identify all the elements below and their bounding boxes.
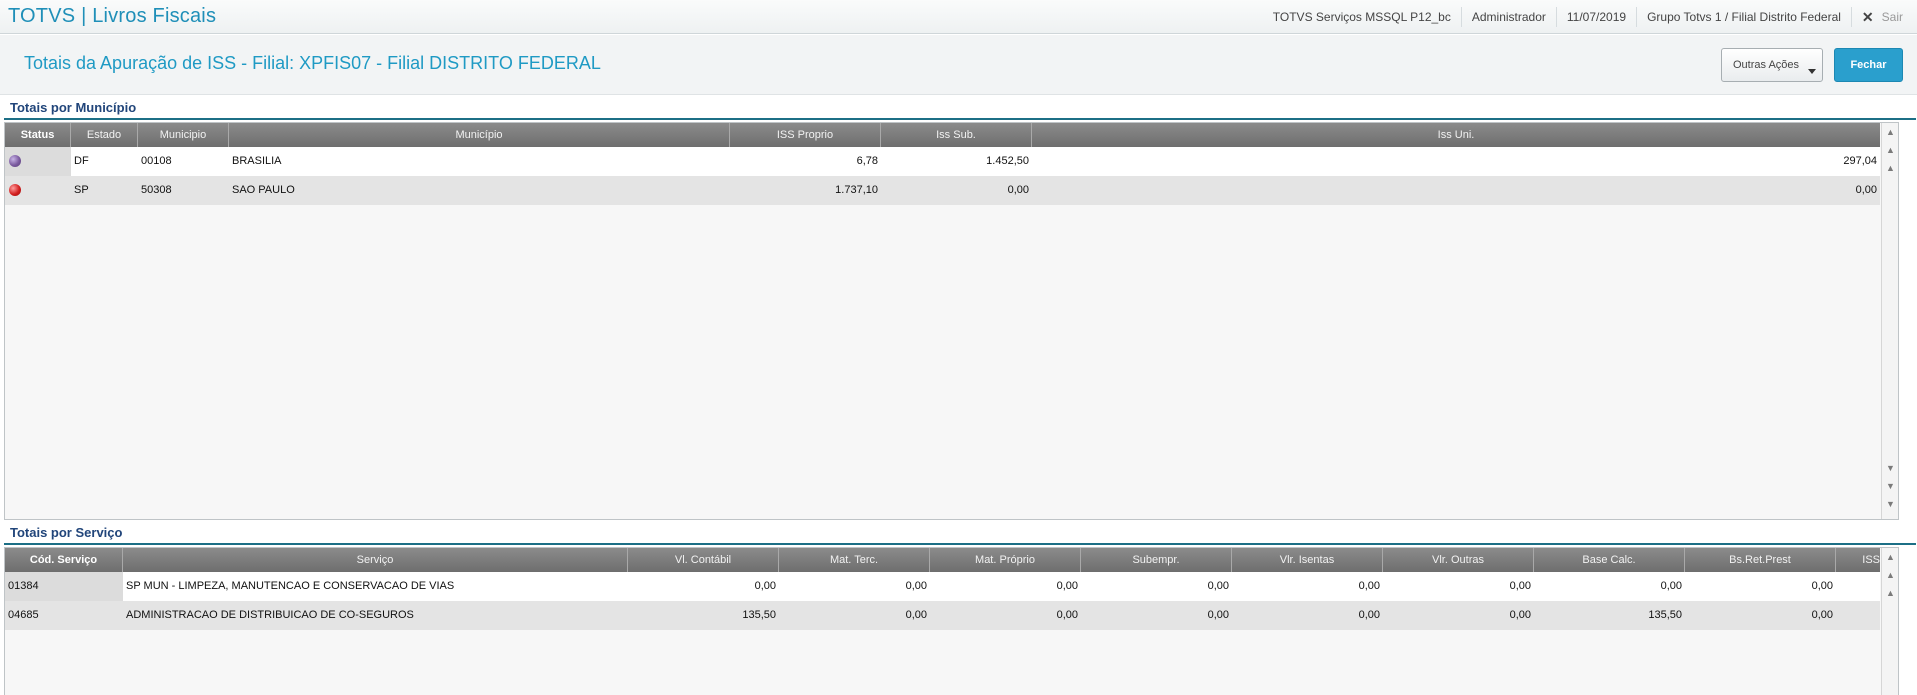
exit-button[interactable]: ✕ Sair: [1850, 7, 1917, 27]
company-label: Grupo Totvs 1 / Filial Distrito Federal: [1636, 7, 1851, 27]
scroll-page-up-icon[interactable]: ▲: [1886, 570, 1895, 580]
col-subempr[interactable]: Subempr.: [1081, 548, 1232, 572]
chevron-down-icon: [1808, 69, 1816, 74]
estado-cell: SP: [74, 184, 89, 196]
mat-proprio-cell: 0,00: [1056, 580, 1078, 592]
iss-uni-cell: 297,04: [1843, 155, 1877, 167]
outras-cell: 0,00: [1509, 580, 1531, 592]
iss-sub-cell: 1.452,50: [986, 155, 1029, 167]
grid-header: Cód. Serviço Serviço Vl. Contábil Mat. T…: [5, 548, 1880, 572]
col-vlr-outras[interactable]: Vlr. Outras: [1383, 548, 1534, 572]
col-servico[interactable]: Serviço: [123, 548, 628, 572]
scroll-down-icon[interactable]: ▼: [1886, 463, 1895, 473]
section-divider: [4, 118, 1916, 120]
mat-proprio-cell: 0,00: [1056, 609, 1078, 621]
iss-proprio-cell: 1.737,10: [835, 184, 878, 196]
vertical-scrollbar[interactable]: ▲ ▲ ▲ ▼ ▼ ▼: [1881, 123, 1898, 519]
col-codigo-municipio[interactable]: Municipio: [138, 123, 229, 147]
bs-ret-cell: 0,00: [1811, 609, 1833, 621]
iss-sub-cell: 0,00: [1007, 184, 1029, 196]
vl-contabil-cell: 135,50: [742, 609, 776, 621]
municipio-grid[interactable]: Status Estado Municipio Município ISS Pr…: [4, 122, 1899, 520]
subempr-cell: 0,00: [1207, 580, 1229, 592]
exit-label: Sair: [1881, 10, 1903, 24]
isentas-cell: 0,00: [1358, 580, 1380, 592]
col-bs-ret-prest[interactable]: Bs.Ret.Prest: [1685, 548, 1836, 572]
scroll-up-icon[interactable]: ▲: [1886, 588, 1895, 598]
codigo-cell: 50308: [141, 184, 172, 196]
date-label: 11/07/2019: [1555, 7, 1636, 27]
col-vlr-isentas[interactable]: Vlr. Isentas: [1232, 548, 1383, 572]
col-status[interactable]: Status: [5, 123, 71, 147]
base-calc-cell: 135,50: [1648, 609, 1682, 621]
vertical-scrollbar[interactable]: ▲ ▲ ▲: [1881, 548, 1898, 695]
page-title: Totais da Apuração de ISS - Filial: XPFI…: [24, 53, 601, 73]
mat-terc-cell: 0,00: [905, 580, 927, 592]
codigo-cell: 00108: [141, 155, 172, 167]
more-actions-button[interactable]: Outras Ações: [1721, 48, 1823, 82]
close-button[interactable]: Fechar: [1834, 48, 1903, 82]
isentas-cell: 0,00: [1358, 609, 1380, 621]
col-cod-servico[interactable]: Cód. Serviço: [5, 548, 123, 572]
app-title: TOTVS | Livros Fiscais: [8, 5, 217, 27]
section-divider: [4, 543, 1916, 545]
session-info: TOTVS Serviços MSSQL P12_bc Administrado…: [1263, 0, 1917, 34]
status-cell: [5, 147, 71, 176]
municipio-cell: SAO PAULO: [232, 184, 295, 196]
user-label: Administrador: [1460, 7, 1556, 27]
scroll-page-up-icon[interactable]: ▲: [1886, 145, 1895, 155]
scroll-top-icon[interactable]: ▲: [1886, 552, 1895, 562]
col-vl-contabil[interactable]: Vl. Contábil: [628, 548, 779, 572]
col-iss[interactable]: ISS: [1836, 548, 1880, 572]
iss-uni-cell: 0,00: [1855, 184, 1877, 196]
col-iss-uni[interactable]: Iss Uni.: [1032, 123, 1880, 147]
servico-cell: SP MUN - LIMPEZA, MANUTENCAO E CONSERVAC…: [126, 580, 455, 592]
table-row[interactable]: DF 00108 BRASILIA 6,78 1.452,50 297,04: [5, 147, 1880, 176]
scroll-top-icon[interactable]: ▲: [1886, 127, 1895, 137]
section-title-servico: Totais por Serviço: [10, 525, 123, 540]
table-row[interactable]: SP 50308 SAO PAULO 1.737,10 0,00 0,00: [5, 176, 1880, 205]
environment-label: TOTVS Serviços MSSQL P12_bc: [1272, 10, 1451, 24]
iss-proprio-cell: 6,78: [856, 155, 878, 167]
outras-cell: 0,00: [1509, 609, 1531, 621]
servico-cell: ADMINISTRACAO DE DISTRIBUICAO DE CO-SEGU…: [126, 609, 414, 621]
table-row[interactable]: 01384 SP MUN - LIMPEZA, MANUTENCAO E CON…: [5, 572, 1880, 601]
municipio-cell: BRASILIA: [232, 155, 282, 167]
status-purple-icon: [9, 155, 21, 167]
top-bar: TOTVS | Livros Fiscais TOTVS Serviços MS…: [0, 0, 1917, 34]
table-row[interactable]: 04685 ADMINISTRACAO DE DISTRIBUICAO DE C…: [5, 601, 1880, 630]
status-red-icon: [9, 184, 21, 196]
scroll-page-down-icon[interactable]: ▼: [1886, 481, 1895, 491]
subempr-cell: 0,00: [1207, 609, 1229, 621]
bs-ret-cell: 0,00: [1811, 580, 1833, 592]
col-iss-proprio[interactable]: ISS Proprio: [730, 123, 881, 147]
scroll-bottom-icon[interactable]: ▼: [1886, 499, 1895, 509]
close-icon: ✕: [1861, 8, 1874, 25]
col-iss-sub[interactable]: Iss Sub.: [881, 123, 1032, 147]
servico-grid[interactable]: Cód. Serviço Serviço Vl. Contábil Mat. T…: [4, 547, 1899, 695]
estado-cell: DF: [74, 155, 89, 167]
col-base-calc[interactable]: Base Calc.: [1534, 548, 1685, 572]
col-municipio[interactable]: Município: [229, 123, 730, 147]
status-cell: [5, 176, 71, 205]
col-estado[interactable]: Estado: [71, 123, 138, 147]
cod-servico-cell: 04685: [8, 609, 39, 621]
vl-contabil-cell: 0,00: [754, 580, 776, 592]
mat-terc-cell: 0,00: [905, 609, 927, 621]
cod-servico-cell: 01384: [5, 572, 123, 601]
more-actions-label: Outras Ações: [1733, 59, 1800, 71]
grid-header: Status Estado Municipio Município ISS Pr…: [5, 123, 1880, 147]
section-title-municipio: Totais por Município: [10, 100, 137, 115]
col-mat-terc[interactable]: Mat. Terc.: [779, 548, 930, 572]
scroll-up-icon[interactable]: ▲: [1886, 163, 1895, 173]
page-header: Totais da Apuração de ISS - Filial: XPFI…: [0, 35, 1917, 95]
col-mat-proprio[interactable]: Mat. Próprio: [930, 548, 1081, 572]
base-calc-cell: 0,00: [1660, 580, 1682, 592]
